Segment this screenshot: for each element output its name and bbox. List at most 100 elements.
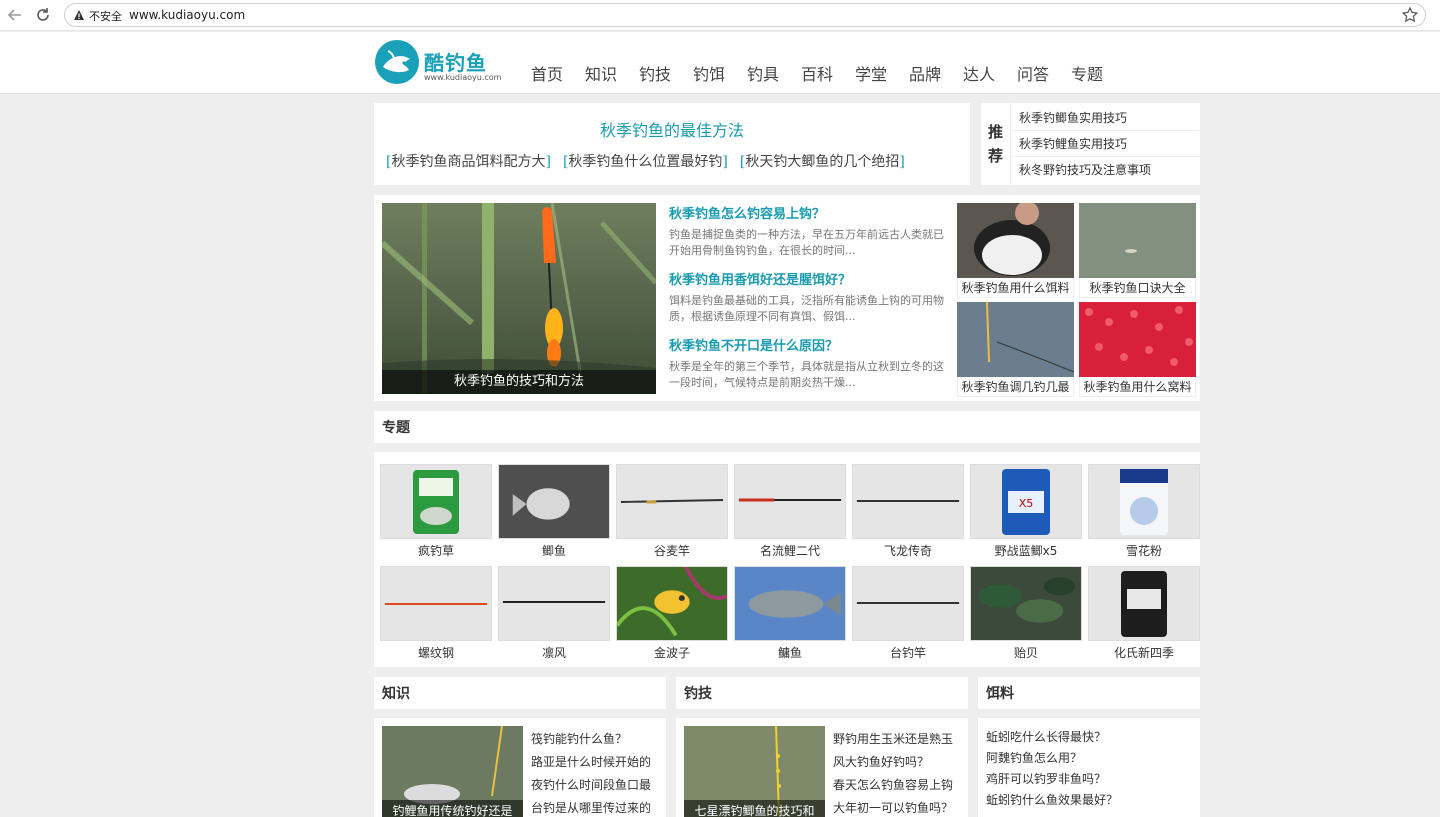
nav-bait[interactable]: 钓饵	[693, 61, 747, 85]
nav-home[interactable]: 首页	[531, 61, 585, 85]
thumb-caption: 秋季钓鱼用什么窝料	[1079, 377, 1196, 397]
topic-image	[852, 566, 964, 641]
topic-label: 金波子	[653, 646, 690, 660]
nav-knowledge[interactable]: 知识	[585, 61, 639, 85]
topic-item[interactable]: 飞龙传奇	[852, 464, 964, 563]
nav-school[interactable]: 学堂	[855, 61, 909, 85]
nav-encyclopedia[interactable]: 百科	[801, 61, 855, 85]
address-bar[interactable]: 不安全 www.kudiaoyu.com	[64, 3, 1426, 27]
feature-image[interactable]: 秋季钓鱼的技巧和方法	[382, 203, 656, 394]
knowledge-feature[interactable]: 钓鲤鱼用传统钓好还是	[382, 726, 523, 817]
feature-caption: 七星漂钓鲫鱼的技巧和	[684, 800, 825, 817]
list-item[interactable]: 阿魏钓鱼怎么用？	[986, 748, 1186, 769]
recommend-item[interactable]: 秋季钓鲫鱼实用技巧	[1011, 105, 1199, 131]
article-summary: 秋季是全年的第三个季节，具体就是指从立秋到立冬的这一段时间，气候特点是前期炎热干…	[669, 360, 944, 389]
topic-item[interactable]: 鳙鱼	[734, 566, 846, 665]
article-title[interactable]: 秋季钓鱼怎么钓容易上钩？	[669, 203, 944, 222]
topic-image	[616, 464, 728, 539]
topic-item[interactable]: X5 野战蓝鲫x5	[970, 464, 1082, 563]
list-item[interactable]: 夜钓什么时间段鱼口最	[531, 774, 661, 797]
topic-label: 螺纹钢	[417, 646, 454, 660]
topic-image	[380, 566, 492, 641]
site-logo[interactable]: 酷钓鱼 www.kudiaoyu.com	[374, 39, 501, 89]
nav-qa[interactable]: 问答	[1017, 61, 1071, 85]
logo-name: 酷钓鱼	[424, 51, 487, 75]
section-title[interactable]: 专题	[382, 411, 410, 443]
list-item[interactable]: 台钓是从哪里传过来的	[531, 797, 661, 817]
technique-feature[interactable]: 七星漂钓鲫鱼的技巧和	[684, 726, 825, 817]
list-item[interactable]: 野钓用生玉米还是熟玉	[833, 728, 963, 751]
topic-item[interactable]: 雪花粉	[1088, 464, 1200, 563]
security-indicator[interactable]: 不安全	[73, 8, 122, 24]
topic-item[interactable]: 贻贝	[970, 566, 1082, 665]
url-text[interactable]: www.kudiaoyu.com	[129, 8, 245, 22]
recommend-item[interactable]: 秋季钓鲤鱼实用技巧	[1011, 131, 1199, 157]
section-title[interactable]: 钓技	[684, 677, 712, 709]
topic-label: 凛风	[541, 646, 566, 660]
thumb-item[interactable]: 秋季钓鱼调几钓几最	[957, 302, 1074, 397]
thumb-image	[1079, 302, 1196, 377]
nav-experts[interactable]: 达人	[963, 61, 1017, 85]
article-item[interactable]: 秋季钓鱼不开口是什么原因？ 秋季是全年的第三个季节，具体就是指从立秋到立冬的这一…	[669, 335, 944, 401]
topic-item[interactable]: 谷麦竿	[616, 464, 728, 563]
list-item[interactable]: 大年初一可以钓鱼吗？	[833, 797, 963, 817]
article-title[interactable]: 秋季钓鱼不开口是什么原因？	[669, 335, 944, 354]
list-item[interactable]: 风大钓鱼好钓吗？	[833, 751, 963, 774]
list-item[interactable]: 春天怎么钓鱼容易上钩	[833, 774, 963, 797]
list-item[interactable]: 蚯蚓吃什么长得最快？	[986, 727, 1186, 748]
main-nav: 首页 知识 钓技 钓饵 钓具 百科 学堂 品牌 达人 问答 专题	[531, 61, 1125, 85]
headline-link[interactable]: [秋季钓鱼什么位置最好钓]	[563, 151, 728, 171]
topic-item[interactable]: 螺纹钢	[380, 566, 492, 665]
knowledge-header: 知识	[374, 677, 666, 709]
list-item[interactable]: 鸡肝可以钓罗非鱼吗？	[986, 769, 1186, 790]
list-item[interactable]: 蚯蚓钓什么鱼效果最好？	[986, 790, 1186, 811]
headline-link[interactable]: [秋季钓鱼商品饵料配方大]	[386, 151, 551, 171]
article-title[interactable]: 秋季钓鱼用香饵好还是腥饵好？	[669, 269, 944, 288]
thumb-item[interactable]: 秋季钓鱼用什么饵料	[957, 203, 1074, 298]
article-item[interactable]: 秋季钓鱼用香饵好还是腥饵好？ 饵料是钓鱼最基础的工具，泛指所有能诱鱼上钩的可用物…	[669, 269, 944, 335]
reload-icon[interactable]	[33, 5, 53, 25]
topic-item[interactable]: 凛风	[498, 566, 610, 665]
topic-item[interactable]: 名流鲤二代	[734, 464, 846, 563]
technique-section: 七星漂钓鲫鱼的技巧和 野钓用生玉米还是熟玉 风大钓鱼好钓吗？ 春天怎么钓鱼容易上…	[676, 718, 968, 817]
nav-technique[interactable]: 钓技	[639, 61, 693, 85]
headline-title[interactable]: 秋季钓鱼的最佳方法	[374, 117, 970, 141]
technique-header: 钓技	[676, 677, 968, 709]
knowledge-list: 筏钓能钓什么鱼？ 路亚是什么时候开始的 夜钓什么时间段鱼口最 台钓是从哪里传过来…	[531, 728, 661, 817]
thumb-item[interactable]: 秋季钓鱼口诀大全	[1079, 203, 1196, 298]
section-title[interactable]: 饵料	[986, 677, 1014, 709]
list-item[interactable]: 路亚是什么时候开始的	[531, 751, 661, 774]
back-arrow-icon[interactable]	[5, 5, 25, 25]
nav-brand[interactable]: 品牌	[909, 61, 963, 85]
topic-item[interactable]: 台钓竿	[852, 566, 964, 665]
recommend-box: 推荐 秋季钓鲫鱼实用技巧 秋季钓鲤鱼实用技巧 秋冬野钓技巧及注意事项	[981, 103, 1200, 185]
topic-label: 谷麦竿	[653, 544, 690, 558]
site-header: 酷钓鱼 www.kudiaoyu.com 首页 知识 钓技 钓饵 钓具 百科 学…	[0, 32, 1440, 94]
thumb-image	[1079, 203, 1196, 278]
feature-block: 秋季钓鱼的技巧和方法 秋季钓鱼怎么钓容易上钩？ 钓鱼是捕捉鱼类的一种方法，早在五…	[374, 195, 1200, 401]
article-summary: 饵料是钓鱼最基础的工具，泛指所有能诱鱼上钩的可用物质，根据诱鱼原理不同有真饵、假…	[669, 294, 944, 323]
topic-item[interactable]: 疯钓草	[380, 464, 492, 563]
list-item[interactable]: 筏钓能钓什么鱼？	[531, 728, 661, 751]
topic-item[interactable]: 金波子	[616, 566, 728, 665]
bookmark-star-icon[interactable]	[1401, 6, 1419, 24]
thumb-item[interactable]: 秋季钓鱼用什么窝料	[1079, 302, 1196, 397]
headline-link[interactable]: [秋天钓大鲫鱼的几个绝招]	[740, 151, 905, 171]
article-item[interactable]: 秋季钓鱼怎么钓容易上钩？ 钓鱼是捕捉鱼类的一种方法，早在五万年前远古人类就已开始…	[669, 203, 944, 269]
topic-image	[498, 566, 610, 641]
security-label: 不安全	[89, 10, 122, 23]
topic-label: 贻贝	[1013, 646, 1038, 660]
fish-logo-icon	[374, 39, 420, 85]
section-title[interactable]: 知识	[382, 677, 410, 709]
topic-label: 雪花粉	[1125, 544, 1162, 558]
knowledge-section: 钓鲤鱼用传统钓好还是 筏钓能钓什么鱼？ 路亚是什么时候开始的 夜钓什么时间段鱼口…	[374, 718, 666, 817]
topic-image	[1088, 464, 1200, 539]
thumb-caption: 秋季钓鱼调几钓几最	[957, 377, 1074, 397]
recommend-heading: 推荐	[981, 103, 1011, 185]
topic-item[interactable]: 化氏新四季	[1088, 566, 1200, 665]
browser-toolbar: 不安全 www.kudiaoyu.com	[0, 0, 1440, 31]
nav-topics[interactable]: 专题	[1071, 61, 1125, 85]
nav-tackle[interactable]: 钓具	[747, 61, 801, 85]
topic-item[interactable]: 鲫鱼	[498, 464, 610, 563]
recommend-item[interactable]: 秋冬野钓技巧及注意事项	[1011, 157, 1199, 183]
